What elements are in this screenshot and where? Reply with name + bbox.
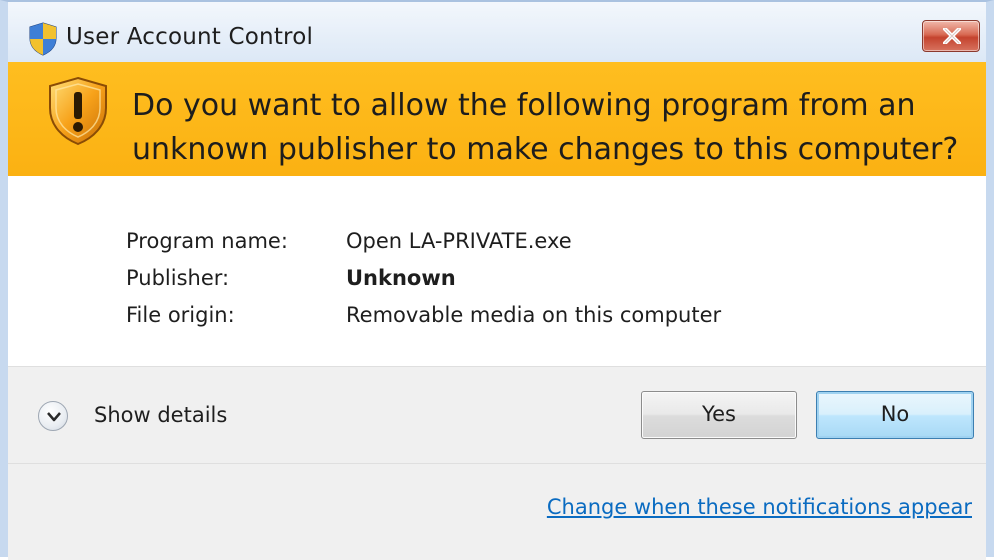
program-name-value: Open LA-PRIVATE.exe <box>346 229 572 253</box>
publisher-value: Unknown <box>346 266 456 290</box>
change-notifications-link[interactable]: Change when these notifications appear <box>547 495 972 519</box>
show-details-label[interactable]: Show details <box>94 403 227 427</box>
uac-shield-icon <box>28 22 58 56</box>
close-button[interactable] <box>922 20 980 52</box>
warning-shield-icon <box>46 76 110 146</box>
publisher-label: Publisher: <box>126 266 230 290</box>
program-name-label: Program name: <box>126 229 288 253</box>
window-title: User Account Control <box>66 24 314 50</box>
dialog-footer: Show details Yes No Change when these no… <box>8 366 986 560</box>
title-bar: User Account Control <box>8 2 986 62</box>
footer-divider <box>8 463 986 464</box>
file-origin-value: Removable media on this computer <box>346 303 722 327</box>
program-info: Program name: Open LA-PRIVATE.exe Publis… <box>8 176 986 366</box>
close-icon <box>943 28 961 44</box>
file-origin-label: File origin: <box>126 303 235 327</box>
chevron-down-icon[interactable] <box>38 401 68 431</box>
yes-button[interactable]: Yes <box>641 391 797 439</box>
no-button[interactable]: No <box>816 391 974 439</box>
uac-dialog: User Account Control Do you want to allo… <box>0 0 994 560</box>
warning-banner: Do you want to allow the following progr… <box>8 62 986 176</box>
prompt-question: Do you want to allow the following progr… <box>132 88 959 167</box>
